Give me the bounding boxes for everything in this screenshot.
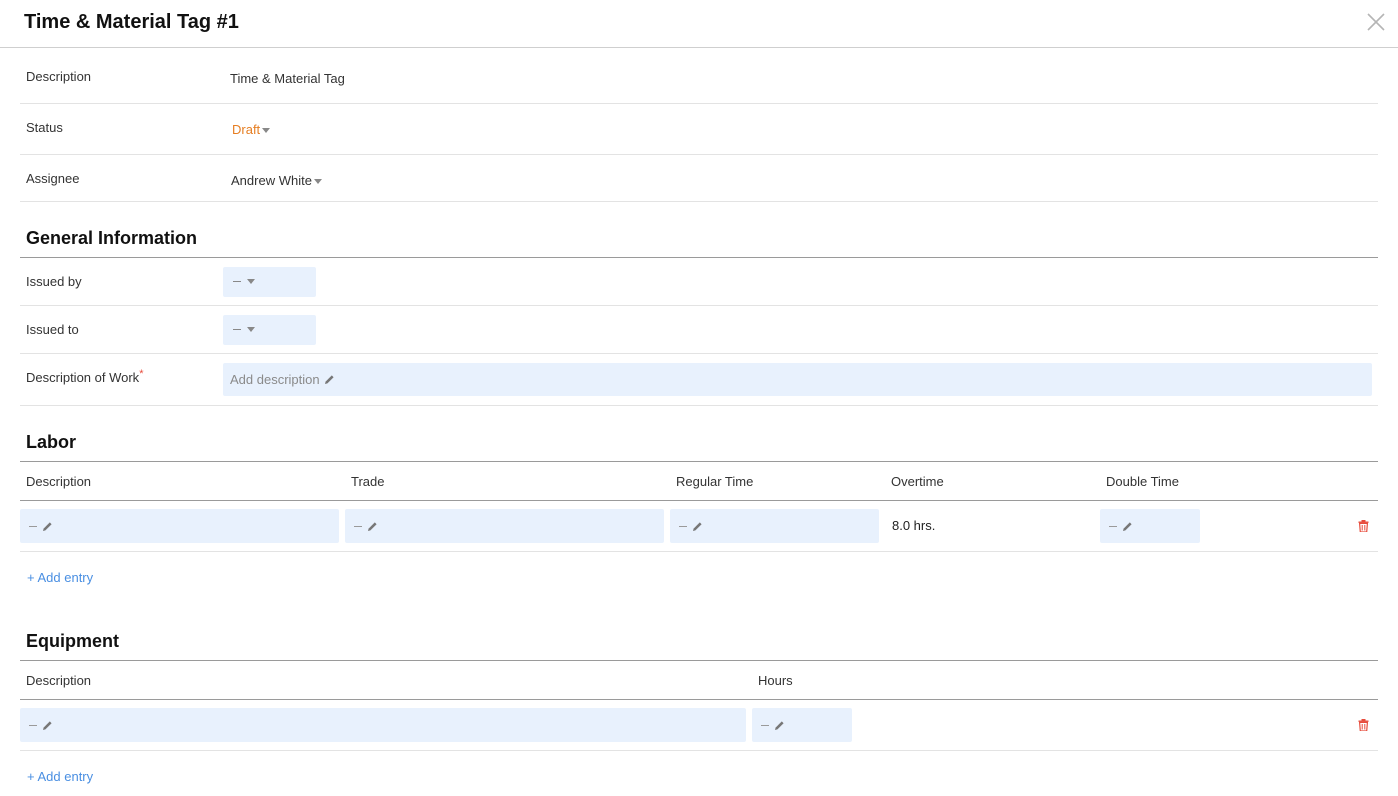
labor-col-overtime: Overtime [891, 474, 944, 489]
labor-col-double-time: Double Time [1106, 474, 1179, 489]
assignee-dropdown[interactable]: Andrew White [231, 173, 322, 188]
labor-overtime-value[interactable]: 8.0 hrs. [892, 518, 935, 533]
issued-to-label: Issued to [26, 322, 79, 337]
pencil-icon [43, 522, 52, 531]
empty-dash [761, 725, 769, 726]
status-label: Status [26, 120, 63, 135]
description-of-work-row: Description of Work* Add description [20, 354, 1378, 406]
pencil-icon [368, 522, 377, 531]
chevron-down-icon [262, 128, 271, 134]
page-title: Time & Material Tag #1 [24, 11, 239, 33]
empty-dash [233, 281, 241, 282]
equipment-col-hours: Hours [758, 673, 793, 688]
equipment-header: Equipment [20, 604, 1378, 661]
empty-dash [354, 526, 362, 527]
empty-dash [1109, 526, 1117, 527]
status-row: Status Draft [20, 104, 1378, 155]
equipment-hours-input[interactable] [752, 708, 852, 742]
equipment-description-input[interactable] [20, 708, 746, 742]
empty-dash [29, 526, 37, 527]
chevron-down-icon [313, 179, 322, 185]
empty-dash [233, 329, 241, 330]
close-icon[interactable] [1366, 12, 1386, 32]
pencil-icon [693, 522, 702, 531]
status-dropdown[interactable]: Draft [232, 122, 271, 137]
pencil-icon [43, 721, 52, 730]
chevron-down-icon [247, 279, 255, 284]
labor-title: Labor [26, 432, 77, 452]
issued-by-row: Issued by [20, 258, 1378, 306]
equipment-column-headers: Description Hours [20, 661, 1378, 700]
description-of-work-label: Description of Work* [26, 368, 144, 385]
table-row [20, 700, 1378, 751]
equipment-col-description: Description [26, 673, 92, 688]
general-information-header: General Information [20, 202, 1378, 258]
labor-description-input[interactable] [20, 509, 339, 543]
modal-header: Time & Material Tag #1 [0, 0, 1398, 48]
description-value: Time & Material Tag [230, 71, 345, 86]
labor-trade-input[interactable] [345, 509, 664, 543]
status-value: Draft [232, 122, 261, 137]
trash-icon[interactable] [1358, 719, 1369, 731]
close-button[interactable] [1366, 12, 1386, 32]
labor-col-description: Description [26, 474, 92, 489]
description-label: Description [26, 69, 92, 84]
labor-col-regular-time: Regular Time [676, 474, 754, 489]
labor-column-headers: Description Trade Regular Time Overtime … [20, 462, 1378, 501]
general-information-title: General Information [26, 228, 198, 248]
labor-add-row: + Add entry [20, 552, 1378, 604]
equipment-add-row: + Add entry [20, 751, 1378, 796]
description-row: Description Time & Material Tag [20, 48, 1378, 104]
labor-header: Labor [20, 406, 1378, 462]
empty-dash [679, 526, 687, 527]
pencil-icon [325, 375, 334, 384]
modal-body: Description Time & Material Tag Status D… [20, 48, 1378, 796]
required-mark: * [139, 368, 144, 380]
pencil-icon [1123, 522, 1132, 531]
equipment-title: Equipment [26, 631, 119, 651]
labor-add-entry-link[interactable]: + Add entry [27, 570, 93, 585]
issued-to-select[interactable] [223, 315, 316, 345]
chevron-down-icon [247, 327, 255, 332]
description-of-work-input[interactable]: Add description [223, 363, 1372, 396]
trash-icon[interactable] [1358, 520, 1369, 532]
equipment-add-entry-link[interactable]: + Add entry [27, 769, 93, 784]
pencil-icon [775, 721, 784, 730]
assignee-value: Andrew White [231, 173, 312, 188]
description-of-work-placeholder: Add description [230, 372, 320, 387]
issued-by-label: Issued by [26, 274, 82, 289]
labor-col-trade: Trade [351, 474, 385, 489]
issued-to-row: Issued to [20, 306, 1378, 354]
description-of-work-label-text: Description of Work [26, 370, 140, 385]
empty-dash [29, 725, 37, 726]
issued-by-select[interactable] [223, 267, 316, 297]
table-row: 8.0 hrs. [20, 501, 1378, 552]
labor-regular-time-input[interactable] [670, 509, 879, 543]
labor-double-time-input[interactable] [1100, 509, 1200, 543]
assignee-label: Assignee [26, 171, 80, 186]
assignee-row: Assignee Andrew White [20, 155, 1378, 202]
